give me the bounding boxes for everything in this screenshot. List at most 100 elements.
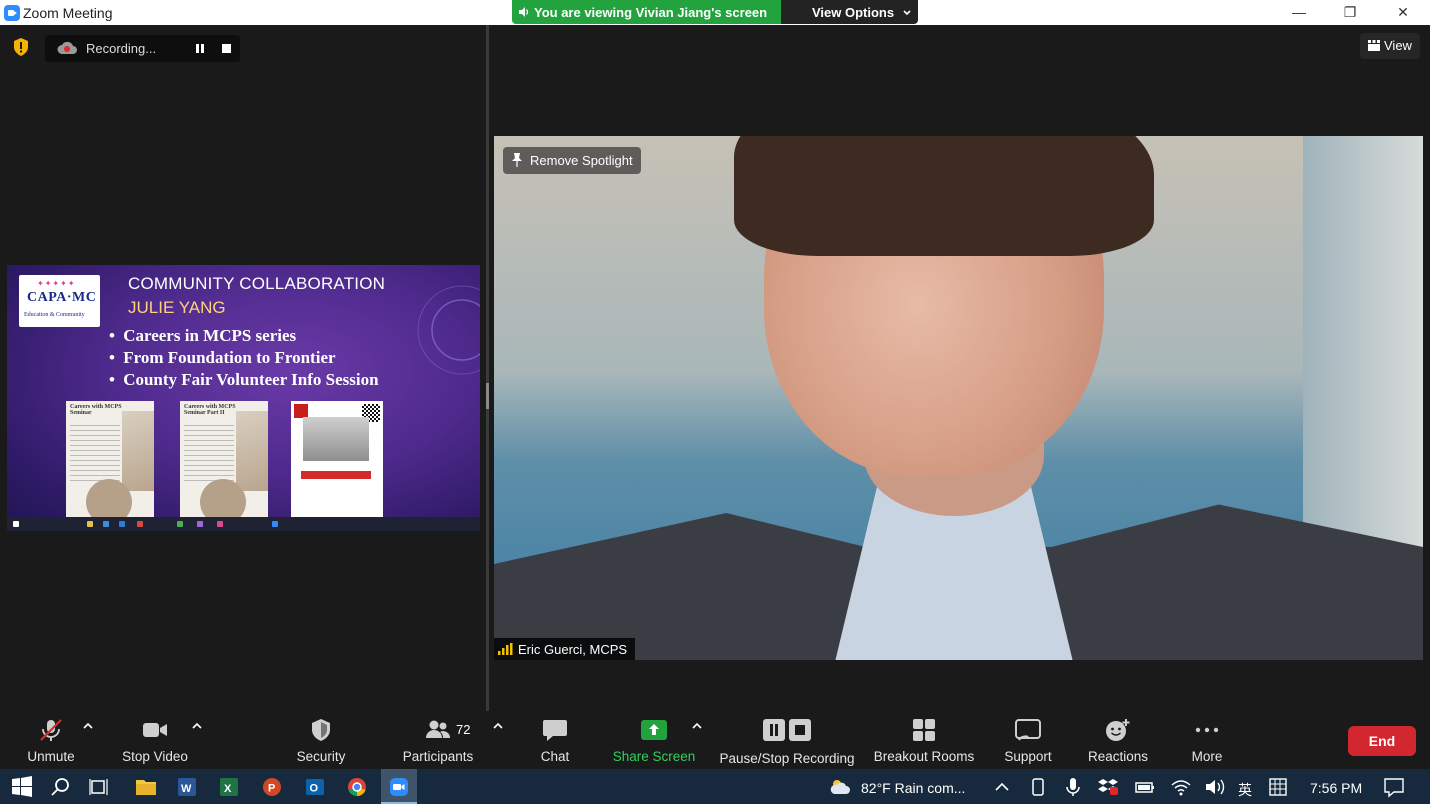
stop-recording-button[interactable] [214,35,240,62]
chevron-up-icon[interactable] [990,775,1014,799]
more-dots-icon [1195,727,1219,733]
file-explorer-icon[interactable] [134,775,158,799]
decorative-rings [417,285,480,375]
app-icon [119,521,125,527]
task-view-icon[interactable] [88,775,112,799]
logo-figures-icon: ✦✦✦✦✦ [37,279,76,288]
cloud-recording-icon [57,41,77,54]
search-icon[interactable] [49,775,73,799]
pin-icon [512,153,522,167]
excel-icon[interactable]: X [217,775,241,799]
stop-video-button[interactable]: Stop Video [115,711,195,769]
outlook-icon[interactable]: O [303,775,327,799]
flyer-photo [303,417,369,461]
app-icon [177,521,183,527]
security-button[interactable]: Security [285,711,357,769]
chrome-icon[interactable] [345,775,369,799]
more-label: More [1191,749,1223,764]
flyer-careers-mcps-part-2: Careers with MCPS Seminar Part II [180,401,268,519]
flyer-graphic [200,479,246,519]
wifi-icon[interactable] [1169,775,1193,799]
powerpoint-icon[interactable]: P [260,775,284,799]
tablet-icon[interactable] [1026,775,1050,799]
battery-icon[interactable] [1133,775,1157,799]
unmute-label: Unmute [27,749,75,764]
view-options-label: View Options [812,5,895,20]
zoom-taskbar-button-active[interactable] [381,769,417,804]
app-icon [137,521,143,527]
flyer-text-block [301,471,371,479]
share-screen-icon [641,720,667,740]
flyer-logo-mark [294,404,308,418]
security-shield-icon [312,719,330,741]
minimize-button[interactable]: — [1276,0,1322,25]
volume-icon[interactable] [1203,775,1227,799]
meeting-toolbar: Unmute Stop Video Security Participants … [0,711,1430,769]
chat-label: Chat [540,749,570,764]
participants-button[interactable]: Participants [398,711,478,769]
share-options-chevron-icon[interactable] [691,721,703,731]
slide-bullet: County Fair Volunteer Info Session [109,369,378,391]
clock-time[interactable]: 7:56 PM [1310,780,1362,796]
pause-stop-recording-icon [763,719,811,741]
share-screen-label: Share Screen [612,749,696,764]
title-bar: Zoom Meeting You are viewing Vivian Jian… [0,0,1430,25]
breakout-rooms-button[interactable]: Breakout Rooms [870,711,978,769]
svg-text:X: X [224,783,232,795]
restore-button[interactable]: ❐ [1327,0,1373,25]
security-label: Security [296,749,346,764]
chat-bubble-icon [543,720,567,741]
stop-video-label: Stop Video [122,749,188,764]
window-title: Zoom Meeting [23,5,113,21]
weather-text[interactable]: 82°F Rain com... [861,780,965,796]
pause-stop-recording-button[interactable]: Pause/Stop Recording [716,711,858,769]
input-method-indicator[interactable]: 英 [1238,780,1252,800]
app-icon [87,521,93,527]
dropbox-icon[interactable] [1096,775,1120,799]
chevron-down-icon [903,10,911,16]
remove-spotlight-button[interactable]: Remove Spotlight [503,147,641,174]
svg-text:O: O [310,783,319,795]
view-options-button[interactable]: View Options [781,0,918,24]
keyboard-grid-icon[interactable] [1266,775,1290,799]
chat-button[interactable]: Chat [525,711,585,769]
app-icon [272,521,278,527]
zoom-app-icon [390,778,408,796]
remove-spotlight-label: Remove Spotlight [530,153,633,168]
participant-video-tile[interactable] [494,136,1423,660]
view-layout-button[interactable]: View [1360,33,1420,59]
windows-start-icon[interactable] [10,775,34,799]
svg-text:P: P [268,783,275,795]
support-screen-icon [1015,719,1041,741]
app-icon [217,521,223,527]
flyer-chinese-event [291,401,383,519]
slide-subtitle: JULIE YANG [128,298,226,317]
logo-subtext: Education & Community [24,312,85,318]
audio-options-chevron-icon[interactable] [82,721,94,731]
support-button[interactable]: Support [995,711,1061,769]
shield-warning-icon[interactable] [13,38,29,56]
video-options-chevron-icon[interactable] [191,721,203,731]
microphone-tray-icon[interactable] [1061,775,1085,799]
notifications-icon[interactable] [1382,775,1406,799]
reactions-button[interactable]: Reactions [1083,711,1153,769]
grid-view-icon [1368,40,1380,51]
video-person-hair [734,136,1154,256]
pause-recording-button[interactable] [187,35,214,62]
weather-cloud-icon[interactable] [828,775,852,799]
logo-text: CAPA·MC [27,290,97,305]
end-meeting-button[interactable]: End [1348,726,1416,756]
pause-stop-recording-label: Pause/Stop Recording [719,751,855,766]
viewing-screen-banner: You are viewing Vivian Jiang's screen [512,0,781,24]
shared-screen-thumbnail[interactable]: ✦✦✦✦✦ CAPA·MC Education & Community COMM… [7,265,480,531]
support-label: Support [1004,749,1052,764]
more-button[interactable]: More [1180,711,1234,769]
unmute-button[interactable]: Unmute [16,711,86,769]
word-icon[interactable]: W [175,775,199,799]
share-screen-button[interactable]: Share Screen [610,711,698,769]
speaker-icon [519,7,529,17]
close-button[interactable]: ✕ [1380,0,1426,25]
participants-options-chevron-icon[interactable] [492,721,504,731]
flyer-title: Careers with MCPS Seminar [70,404,122,416]
slide-bullet: Careers in MCPS series [109,325,379,347]
